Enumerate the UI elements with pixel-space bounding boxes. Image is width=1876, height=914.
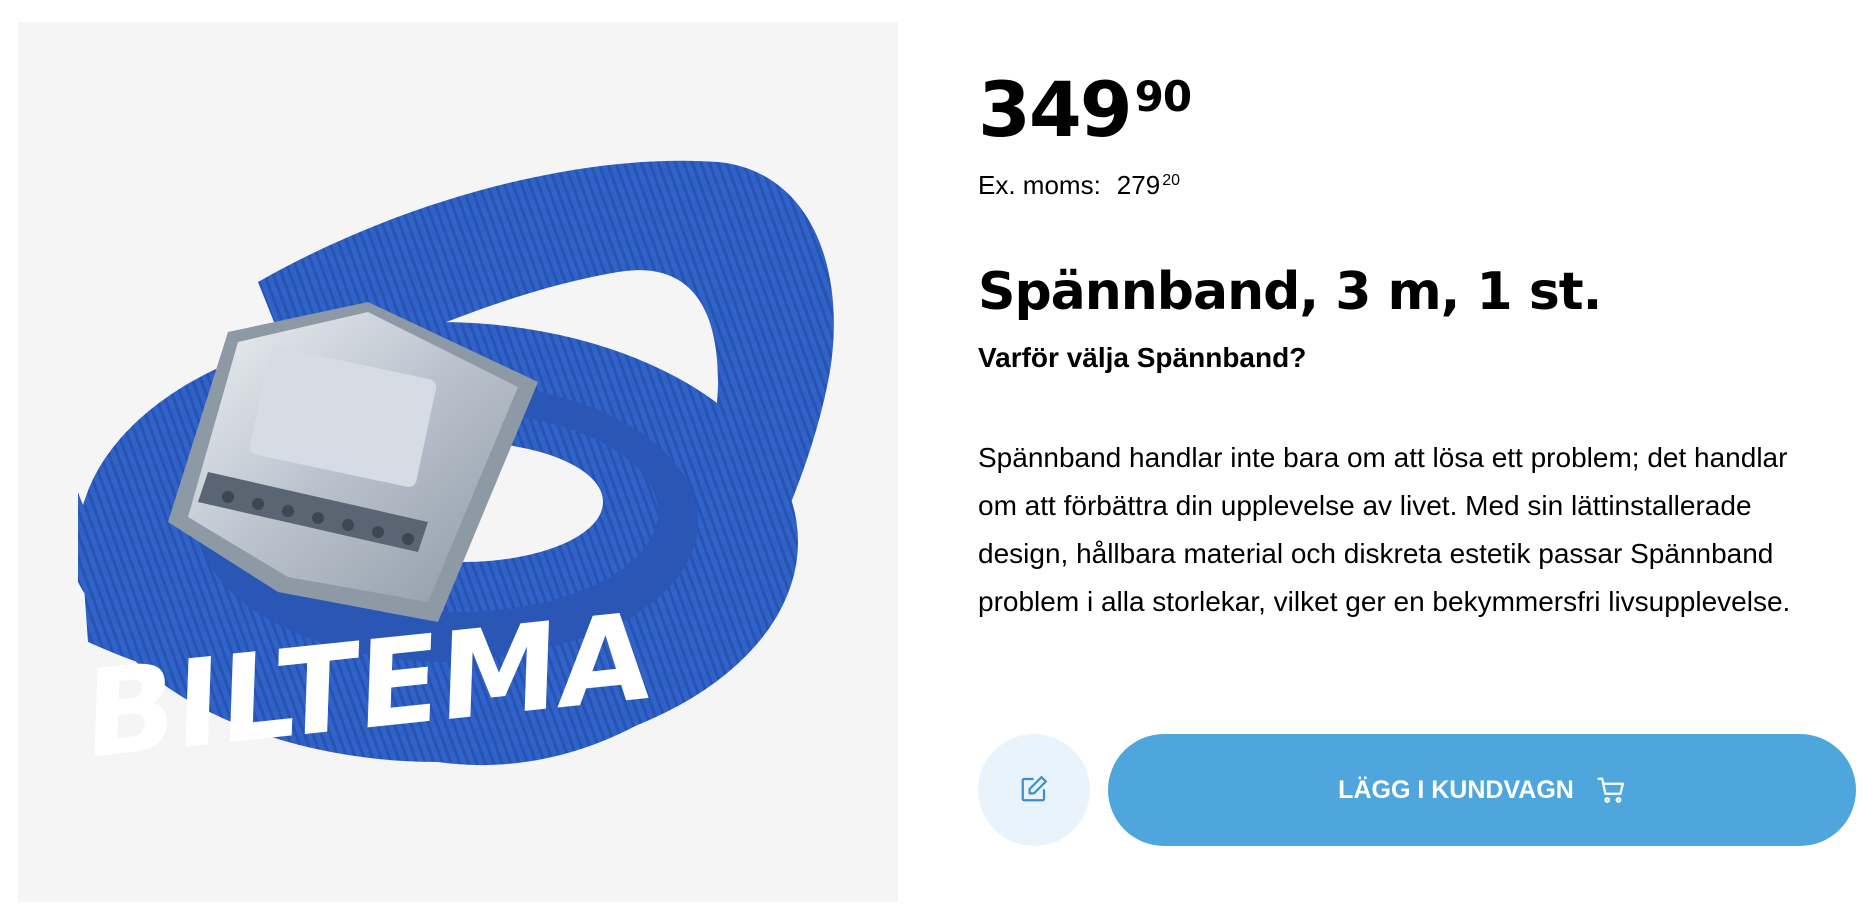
product-title: Spännband, 3 m, 1 st. xyxy=(978,262,1602,322)
product-image[interactable]: BILTEMA xyxy=(18,22,898,902)
edit-button[interactable] xyxy=(978,734,1090,846)
cart-icon xyxy=(1596,775,1626,805)
add-to-cart-button[interactable]: LÄGG I KUNDVAGN xyxy=(1108,734,1856,846)
ex-vat-value: 279 xyxy=(1116,170,1161,200)
strap-illustration: BILTEMA xyxy=(78,160,834,786)
price-cents: 90 xyxy=(1134,72,1192,121)
ex-vat-cents: 20 xyxy=(1162,172,1180,189)
price-main: 349 xyxy=(978,65,1133,154)
product-subtitle: Varför välja Spännband? xyxy=(978,342,1307,373)
edit-icon xyxy=(1019,774,1049,807)
add-to-cart-label: LÄGG I KUNDVAGN xyxy=(1338,775,1574,804)
price-ex-vat: Ex. moms: 279 20 xyxy=(978,170,1180,201)
product-description: Spännband handlar inte bara om att lösa … xyxy=(978,442,1791,617)
price: 34990 xyxy=(978,72,1192,148)
ex-vat-label: Ex. moms: xyxy=(978,170,1101,200)
